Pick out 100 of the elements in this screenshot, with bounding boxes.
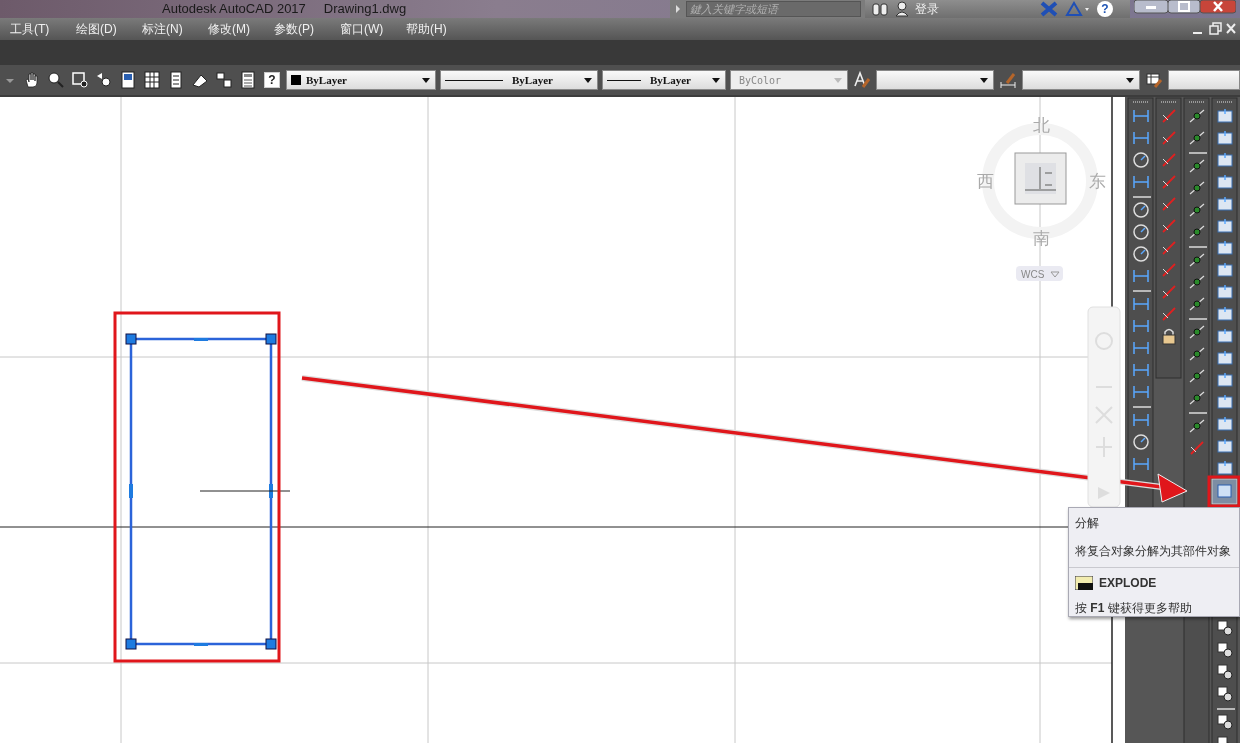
property-dropdown[interactable]: ByLayer [602,70,726,90]
shape-icon[interactable] [1217,152,1233,167]
snap-point-icon[interactable] [1189,159,1205,173]
text-style-icon[interactable] [853,71,871,89]
constraint-icon[interactable] [1162,109,1176,123]
dimension-icon[interactable] [1133,297,1149,311]
shape-icon[interactable] [1217,306,1233,321]
sheet-icon[interactable] [167,71,185,89]
dimension-icon[interactable] [1133,131,1149,145]
circle-icon[interactable] [1133,152,1149,168]
user-icon[interactable] [895,1,909,17]
constraint-icon[interactable] [1162,197,1176,211]
menu-item[interactable]: 窗口(W) [330,20,396,38]
shape-icon[interactable] [1217,328,1233,343]
snap-point-icon[interactable] [1189,253,1205,267]
binoculars-icon[interactable] [871,1,889,17]
dimension-style-icon[interactable] [999,71,1017,89]
menu-item[interactable]: 参数(P) [264,20,330,38]
snap-point-icon[interactable] [1189,391,1205,405]
snap-point-icon[interactable] [1189,109,1205,123]
maximize-button[interactable] [1168,0,1200,14]
shape-icon[interactable] [1217,196,1233,211]
menu-item[interactable]: 标注(N) [132,20,198,38]
menu-item[interactable]: 绘图(D) [66,20,132,38]
circle-icon[interactable] [1133,434,1149,450]
snap-point-icon[interactable] [1189,325,1205,339]
constraint-icon[interactable] [1162,263,1176,277]
shape-icon[interactable] [1217,108,1233,123]
zoom-icon[interactable] [47,71,65,89]
shape-icon[interactable] [1217,284,1233,299]
property-dropdown[interactable]: ByLayer [440,70,598,90]
menu-item[interactable]: 修改(M) [198,20,264,38]
dimension-icon[interactable] [1133,269,1149,283]
lock-icon[interactable] [1162,328,1176,345]
snap-point-icon[interactable] [1189,131,1205,145]
constraint-icon[interactable] [1162,241,1176,255]
document-icon[interactable] [119,71,137,89]
snap-point-icon[interactable] [1189,297,1205,311]
expand-arrow-icon[interactable] [674,4,682,14]
dimension-icon[interactable] [1133,341,1149,355]
close-button[interactable] [1200,0,1236,14]
shape-icon[interactable] [1217,262,1233,277]
calculator-icon[interactable] [239,71,257,89]
style-dropdown[interactable] [876,70,994,90]
rectangle[interactable] [125,333,277,650]
shape-icon[interactable] [1217,350,1233,365]
hand-icon[interactable] [23,71,41,89]
dimension-icon[interactable] [1133,457,1149,471]
snap-point-icon[interactable] [1189,181,1205,195]
constraint-icon[interactable] [1190,441,1204,455]
zoom-icon[interactable] [1217,620,1233,636]
help-button[interactable]: ? [264,72,280,88]
dimension-icon[interactable] [1133,385,1149,399]
table-style-icon[interactable] [1145,71,1163,89]
grid-icon[interactable] [143,71,161,89]
search-field[interactable]: 鍵入关键字或短语 [686,1,861,17]
snap-point-icon[interactable] [1189,369,1205,383]
shape-icon[interactable] [1217,130,1233,145]
help-button[interactable]: ? [1097,1,1113,17]
style-dropdown[interactable] [1022,70,1140,90]
explode-button[interactable] [1211,478,1238,505]
style-dropdown[interactable] [1168,70,1240,90]
zoom-icon[interactable] [1217,664,1233,680]
dimension-icon[interactable] [1133,363,1149,377]
constraint-icon[interactable] [1162,285,1176,299]
snap-point-icon[interactable] [1189,275,1205,289]
shape-icon[interactable] [1217,438,1233,453]
menu-item[interactable]: 工具(T) [0,20,66,38]
ucs-dropdown[interactable]: WCS [1016,266,1063,281]
sign-in-link[interactable]: 登录 [915,0,1033,18]
snap-point-icon[interactable] [1189,203,1205,217]
dimension-icon[interactable] [1133,175,1149,189]
shape-icon[interactable] [1217,372,1233,387]
zoom-icon[interactable] [1217,642,1233,658]
snap-point-icon[interactable] [1189,347,1205,361]
dimension-icon[interactable] [1133,413,1149,427]
menu-item[interactable]: 帮助(H) [396,20,462,38]
minimize-button[interactable] [1134,0,1168,14]
shape-icon[interactable] [1217,218,1233,233]
constraint-icon[interactable] [1162,307,1176,321]
shape-icon[interactable] [1217,416,1233,431]
zoom-icon[interactable] [1217,686,1233,702]
circle-icon[interactable] [1133,202,1149,218]
snap-point-icon[interactable] [1189,225,1205,239]
shape-icon[interactable] [1217,240,1233,255]
constraint-icon[interactable] [1162,175,1176,189]
constraint-icon[interactable] [1162,153,1176,167]
constraint-icon[interactable] [1162,219,1176,233]
zoom-previous-icon[interactable] [95,71,113,89]
shape-icon[interactable] [1217,394,1233,409]
constraint-icon[interactable] [1162,131,1176,145]
zoom-window-icon[interactable] [71,71,89,89]
circle-icon[interactable] [1133,246,1149,262]
circle-icon[interactable] [1133,224,1149,240]
dimension-icon[interactable] [1133,109,1149,123]
shape-icon[interactable] [1217,174,1233,189]
property-dropdown[interactable]: ByLayer [286,70,436,90]
snap-point-icon[interactable] [1189,419,1205,433]
zoom-icon[interactable] [1217,714,1233,730]
dimension-icon[interactable] [1133,319,1149,333]
